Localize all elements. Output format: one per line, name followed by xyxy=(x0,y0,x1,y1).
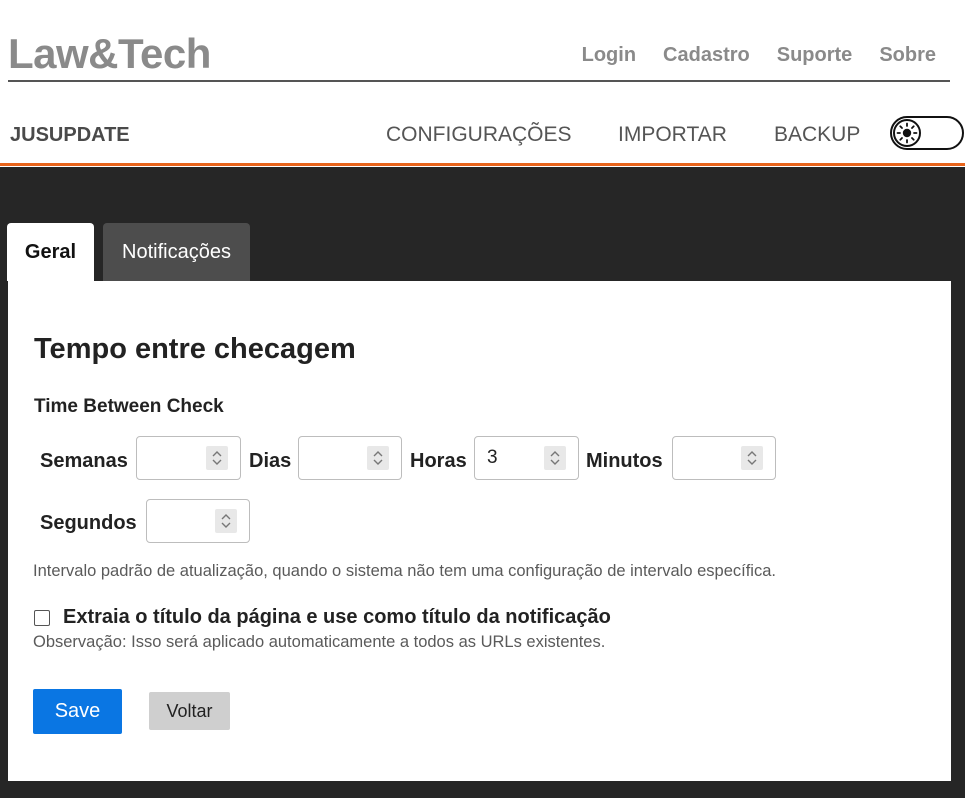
nav-sobre-link[interactable]: Sobre xyxy=(879,44,936,67)
horas-input[interactable]: 3 xyxy=(474,436,579,480)
spinner-icon[interactable] xyxy=(367,446,389,470)
semanas-label: Semanas xyxy=(40,450,128,472)
minutos-input[interactable] xyxy=(672,436,776,480)
top-header: Law&Tech Login Cadastro Suporte Sobre xyxy=(8,0,950,82)
menu-configuracoes[interactable]: CONFIGURAÇÕES xyxy=(386,123,572,147)
content-area: Geral Notificações Tempo entre checagem … xyxy=(0,167,965,798)
settings-panel: Tempo entre checagem Time Between Check … xyxy=(8,281,951,781)
extract-title-label[interactable]: Extraia o título da página e use como tí… xyxy=(63,606,611,629)
save-button[interactable]: Save xyxy=(33,689,122,734)
nav-login-link[interactable]: Login xyxy=(582,44,636,67)
spinner-icon[interactable] xyxy=(544,446,566,470)
tab-geral[interactable]: Geral xyxy=(7,223,94,281)
extract-title-option: Extraia o título da página e use como tí… xyxy=(34,606,611,629)
sun-icon xyxy=(893,119,921,147)
tab-notificacoes[interactable]: Notificações xyxy=(103,223,250,281)
back-button[interactable]: Voltar xyxy=(149,692,230,730)
dias-label: Dias xyxy=(249,450,292,472)
segundos-label: Segundos xyxy=(40,512,137,534)
extract-title-checkbox[interactable] xyxy=(34,609,50,626)
horas-value: 3 xyxy=(487,447,498,468)
app-nav-bar: JUSUPDATE CONFIGURAÇÕES IMPORTAR BACKUP xyxy=(0,82,965,166)
horas-label: Horas xyxy=(410,450,467,472)
nav-suporte-link[interactable]: Suporte xyxy=(777,44,853,67)
menu-backup[interactable]: BACKUP xyxy=(774,123,860,147)
section-subtitle: Time Between Check xyxy=(34,396,224,417)
app-name[interactable]: JUSUPDATE xyxy=(10,124,130,147)
minutos-label: Minutos xyxy=(586,450,663,472)
spinner-icon[interactable] xyxy=(206,446,228,470)
theme-toggle[interactable] xyxy=(890,116,964,150)
segundos-input[interactable] xyxy=(146,499,250,543)
spinner-icon[interactable] xyxy=(741,446,763,470)
menu-importar[interactable]: IMPORTAR xyxy=(618,123,727,147)
spinner-icon[interactable] xyxy=(215,509,237,533)
interval-help-text: Intervalo padrão de atualização, quando … xyxy=(33,562,776,580)
section-title: Tempo entre checagem xyxy=(34,333,356,365)
top-nav: Login Cadastro Suporte Sobre xyxy=(555,44,936,67)
dias-input[interactable] xyxy=(298,436,402,480)
brand-logo[interactable]: Law&Tech xyxy=(8,30,211,78)
extract-title-note: Observação: Isso será aplicado automatic… xyxy=(33,633,606,651)
nav-cadastro-link[interactable]: Cadastro xyxy=(663,44,750,67)
semanas-input[interactable] xyxy=(136,436,241,480)
